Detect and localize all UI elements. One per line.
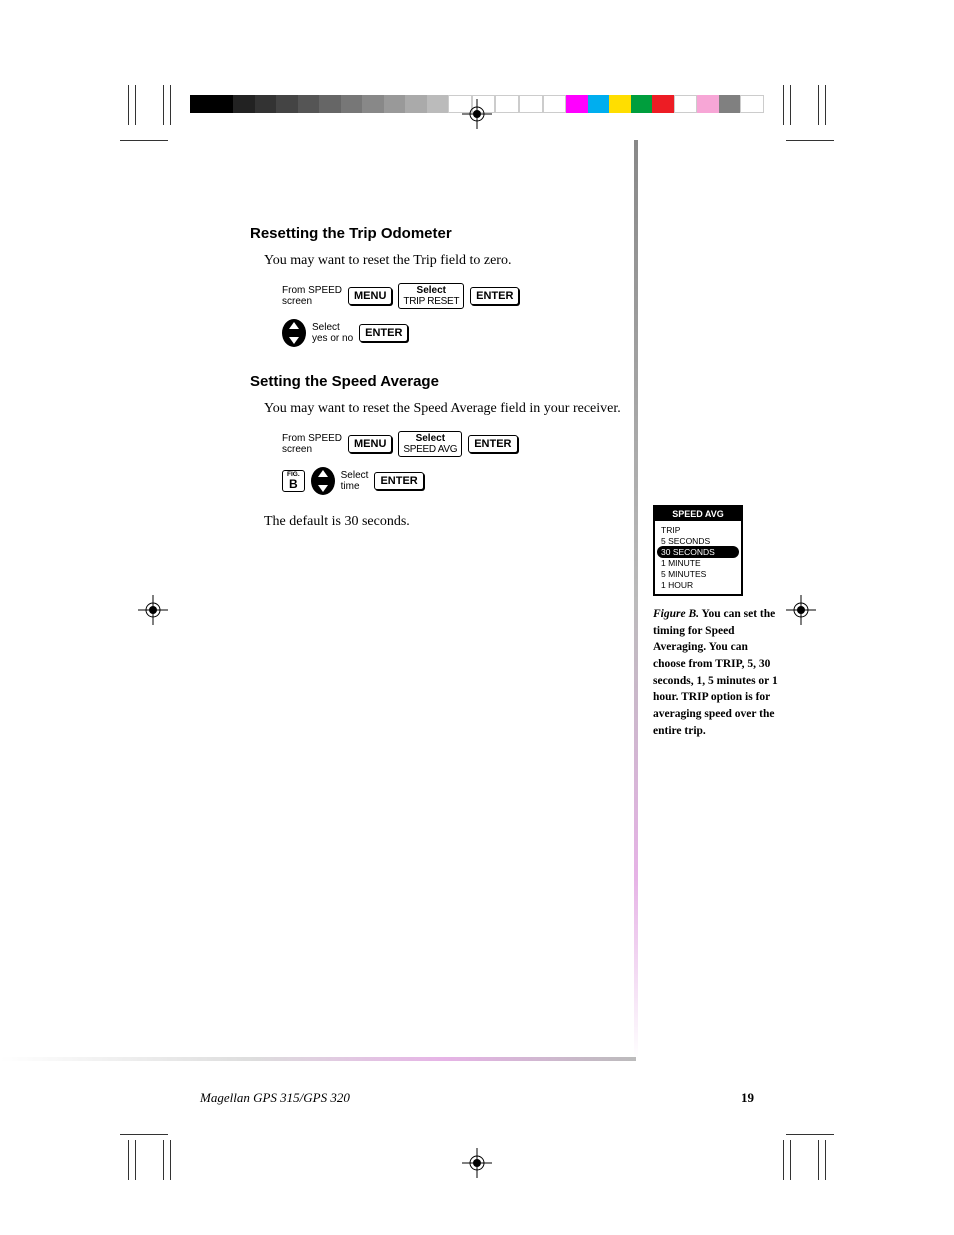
enter-key: ENTER <box>468 435 517 453</box>
crop-mark <box>786 1134 834 1135</box>
sidebar: SPEED AVG TRIP5 SECONDS30 SECONDS1 MINUT… <box>653 505 783 740</box>
crop-mark <box>163 85 164 125</box>
button-sequence: From SPEED screen MENU Select TRIP RESET… <box>282 283 640 347</box>
button-sequence: From SPEED screen MENU Select SPEED AVG … <box>282 431 640 495</box>
enter-key: ENTER <box>470 287 519 305</box>
crop-mark <box>825 85 826 125</box>
figure-caption: Figure B. You can set the timing for Spe… <box>653 606 783 739</box>
crop-mark <box>786 140 834 141</box>
crop-mark <box>163 1140 164 1180</box>
crop-mark <box>128 1140 129 1180</box>
crop-mark <box>120 1134 168 1135</box>
crop-mark <box>135 85 136 125</box>
enter-key: ENTER <box>374 472 423 490</box>
device-header: SPEED AVG <box>655 507 741 521</box>
device-screen: SPEED AVG TRIP5 SECONDS30 SECONDS1 MINUT… <box>653 505 743 596</box>
sequence-label: From SPEED screen <box>282 285 342 307</box>
crop-mark <box>790 1140 791 1180</box>
crop-mark <box>135 1140 136 1180</box>
crop-mark <box>170 1140 171 1180</box>
section-heading: Setting the Speed Average <box>250 373 640 390</box>
crop-mark <box>818 85 819 125</box>
device-menu-item: 1 HOUR <box>659 580 737 591</box>
device-menu-item: 1 MINUTE <box>659 558 737 569</box>
crop-mark <box>790 85 791 125</box>
select-box: Select TRIP RESET <box>398 283 464 309</box>
sequence-label: From SPEED screen <box>282 433 342 455</box>
device-menu-item: 5 MINUTES <box>659 569 737 580</box>
column-divider <box>0 1057 636 1061</box>
crop-mark <box>783 85 784 125</box>
device-menu-item: 30 SECONDS <box>657 546 739 557</box>
body-text: You may want to reset the Speed Average … <box>264 400 640 419</box>
crop-mark <box>120 140 168 141</box>
registration-mark-icon <box>462 1148 492 1178</box>
select-box: Select SPEED AVG <box>398 431 462 457</box>
menu-key: MENU <box>348 287 392 305</box>
figure-badge: FIG. B <box>282 470 305 493</box>
body-text: You may want to reset the Trip field to … <box>264 252 640 271</box>
registration-mark-icon <box>462 99 492 129</box>
nav-pad-icon <box>282 319 306 347</box>
crop-mark <box>783 1140 784 1180</box>
crop-mark <box>170 85 171 125</box>
page-footer: Magellan GPS 315/GPS 320 19 <box>200 1090 754 1106</box>
menu-key: MENU <box>348 435 392 453</box>
sequence-label: Select time <box>341 470 369 492</box>
enter-key: ENTER <box>359 324 408 342</box>
section-heading: Resetting the Trip Odometer <box>250 225 640 242</box>
crop-mark <box>825 1140 826 1180</box>
product-name: Magellan GPS 315/GPS 320 <box>200 1090 350 1106</box>
body-text: The default is 30 seconds. <box>264 513 640 532</box>
registration-mark-icon <box>138 595 168 625</box>
crop-mark <box>818 1140 819 1180</box>
device-menu-item: 5 SECONDS <box>659 535 737 546</box>
page-number: 19 <box>741 1090 754 1106</box>
sequence-label: Select yes or no <box>312 322 353 344</box>
crop-mark <box>128 85 129 125</box>
device-menu-item: TRIP <box>659 524 737 535</box>
nav-pad-icon <box>311 467 335 495</box>
main-content: Resetting the Trip Odometer You may want… <box>250 225 640 544</box>
device-menu: TRIP5 SECONDS30 SECONDS1 MINUTE5 MINUTES… <box>655 521 741 594</box>
registration-mark-icon <box>786 595 816 625</box>
